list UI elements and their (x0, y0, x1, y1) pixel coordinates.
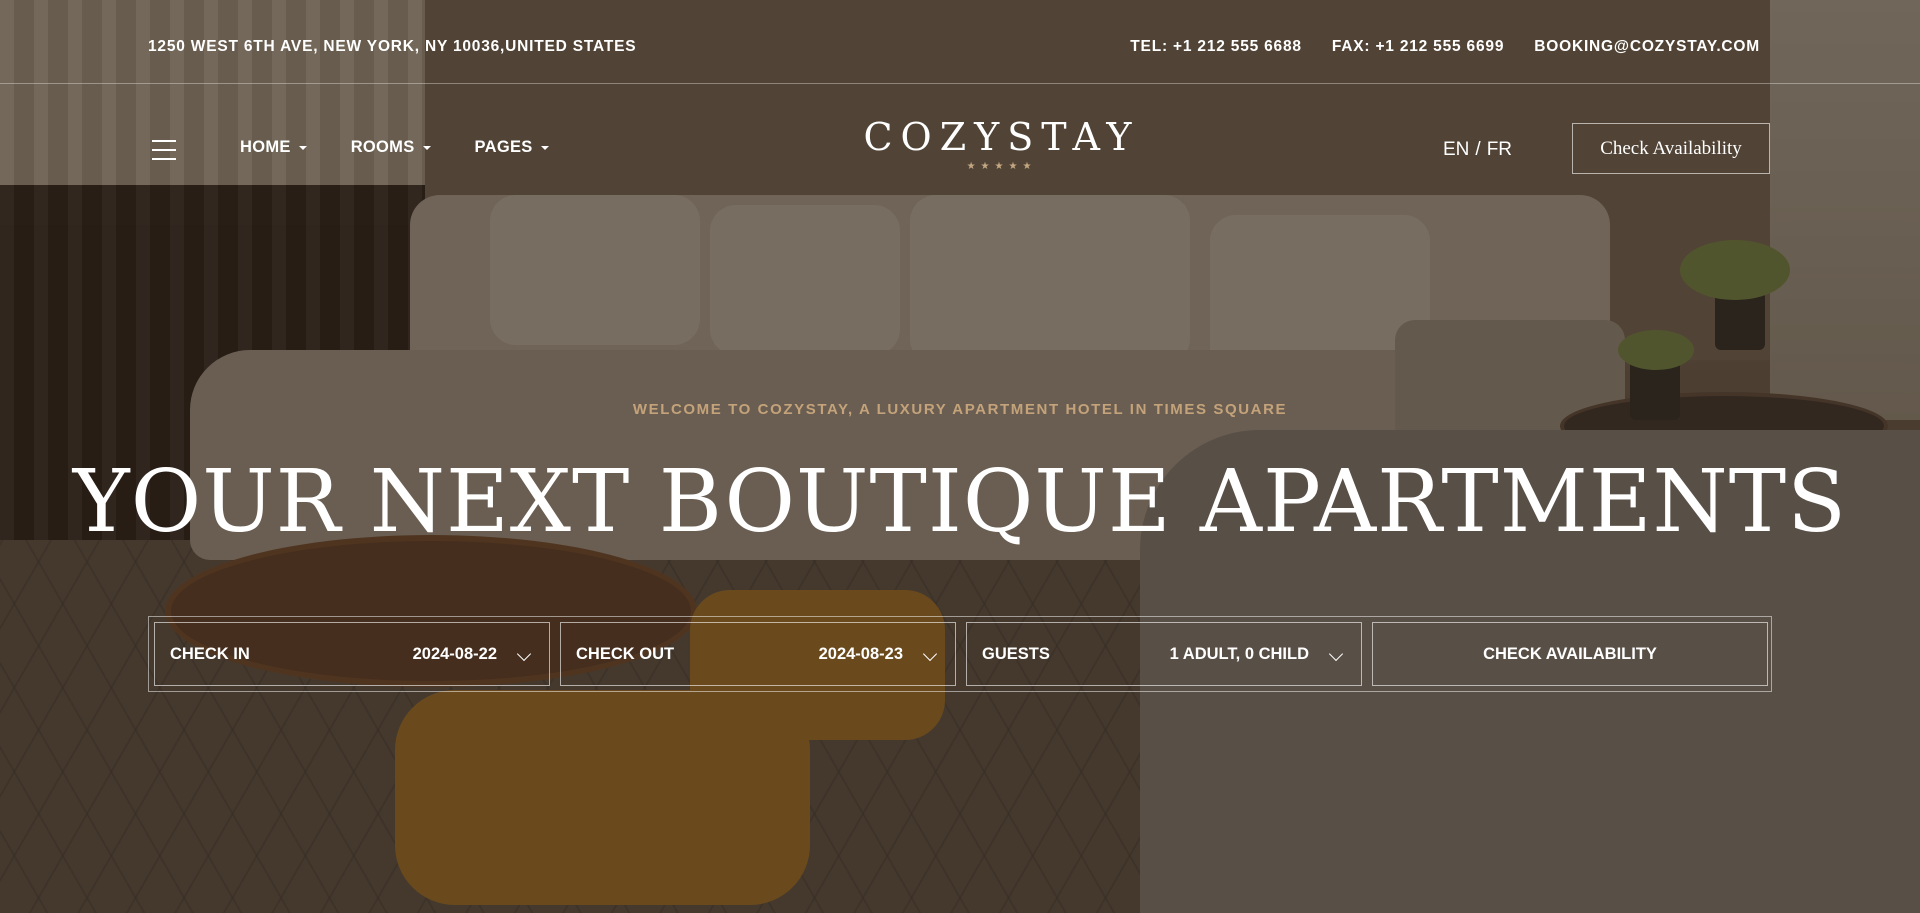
phone-link[interactable]: TEL: +1 212 555 6688 (1130, 38, 1302, 56)
email-link[interactable]: BOOKING@COZYSTAY.COM (1534, 38, 1760, 56)
check-availability-label: CHECK AVAILABILITY (1483, 644, 1657, 663)
top-info-bar: 1250 WEST 6TH AVE, NEW YORK, NY 10036,UN… (0, 0, 1920, 84)
guests-value: 1 ADULT, 0 CHILD (1169, 644, 1309, 663)
check-in-field[interactable]: CHECK IN 2024-08-22 (154, 622, 550, 686)
lang-separator: / (1475, 139, 1481, 160)
check-out-value: 2024-08-23 (818, 644, 903, 663)
guests-label: GUESTS (982, 644, 1050, 663)
check-availability-button[interactable]: CHECK AVAILABILITY (1372, 622, 1768, 686)
hero-subtitle: WELCOME TO COZYSTAY, A LUXURY APARTMENT … (632, 401, 1288, 418)
address-text: 1250 WEST 6TH AVE, NEW YORK, NY 10036,UN… (148, 38, 637, 55)
chevron-down-icon (516, 646, 532, 662)
check-out-label: CHECK OUT (576, 644, 675, 663)
check-in-label: CHECK IN (170, 644, 250, 663)
fax-text: FAX: +1 212 555 6699 (1331, 38, 1505, 55)
lang-en-link[interactable]: EN (1443, 139, 1469, 161)
check-in-value: 2024-08-22 (412, 644, 497, 663)
booking-form: CHECK IN 2024-08-22 CHECK OUT 2024-08-23… (148, 616, 1772, 692)
lang-fr-link[interactable]: FR (1487, 139, 1512, 161)
chevron-down-icon (1328, 646, 1344, 662)
chevron-down-icon (922, 646, 938, 662)
guests-field[interactable]: GUESTS 1 ADULT, 0 CHILD (966, 622, 1362, 686)
check-out-field[interactable]: CHECK OUT 2024-08-23 (560, 622, 956, 686)
contact-info: TEL: +1 212 555 6688 FAX: +1 212 555 669… (1130, 38, 1760, 56)
hero-title: YOUR NEXT BOUTIQUE APARTMENTS (72, 452, 1848, 552)
check-availability-header-button[interactable]: Check Availability (1572, 123, 1770, 174)
language-switcher: EN / FR (1443, 139, 1512, 161)
